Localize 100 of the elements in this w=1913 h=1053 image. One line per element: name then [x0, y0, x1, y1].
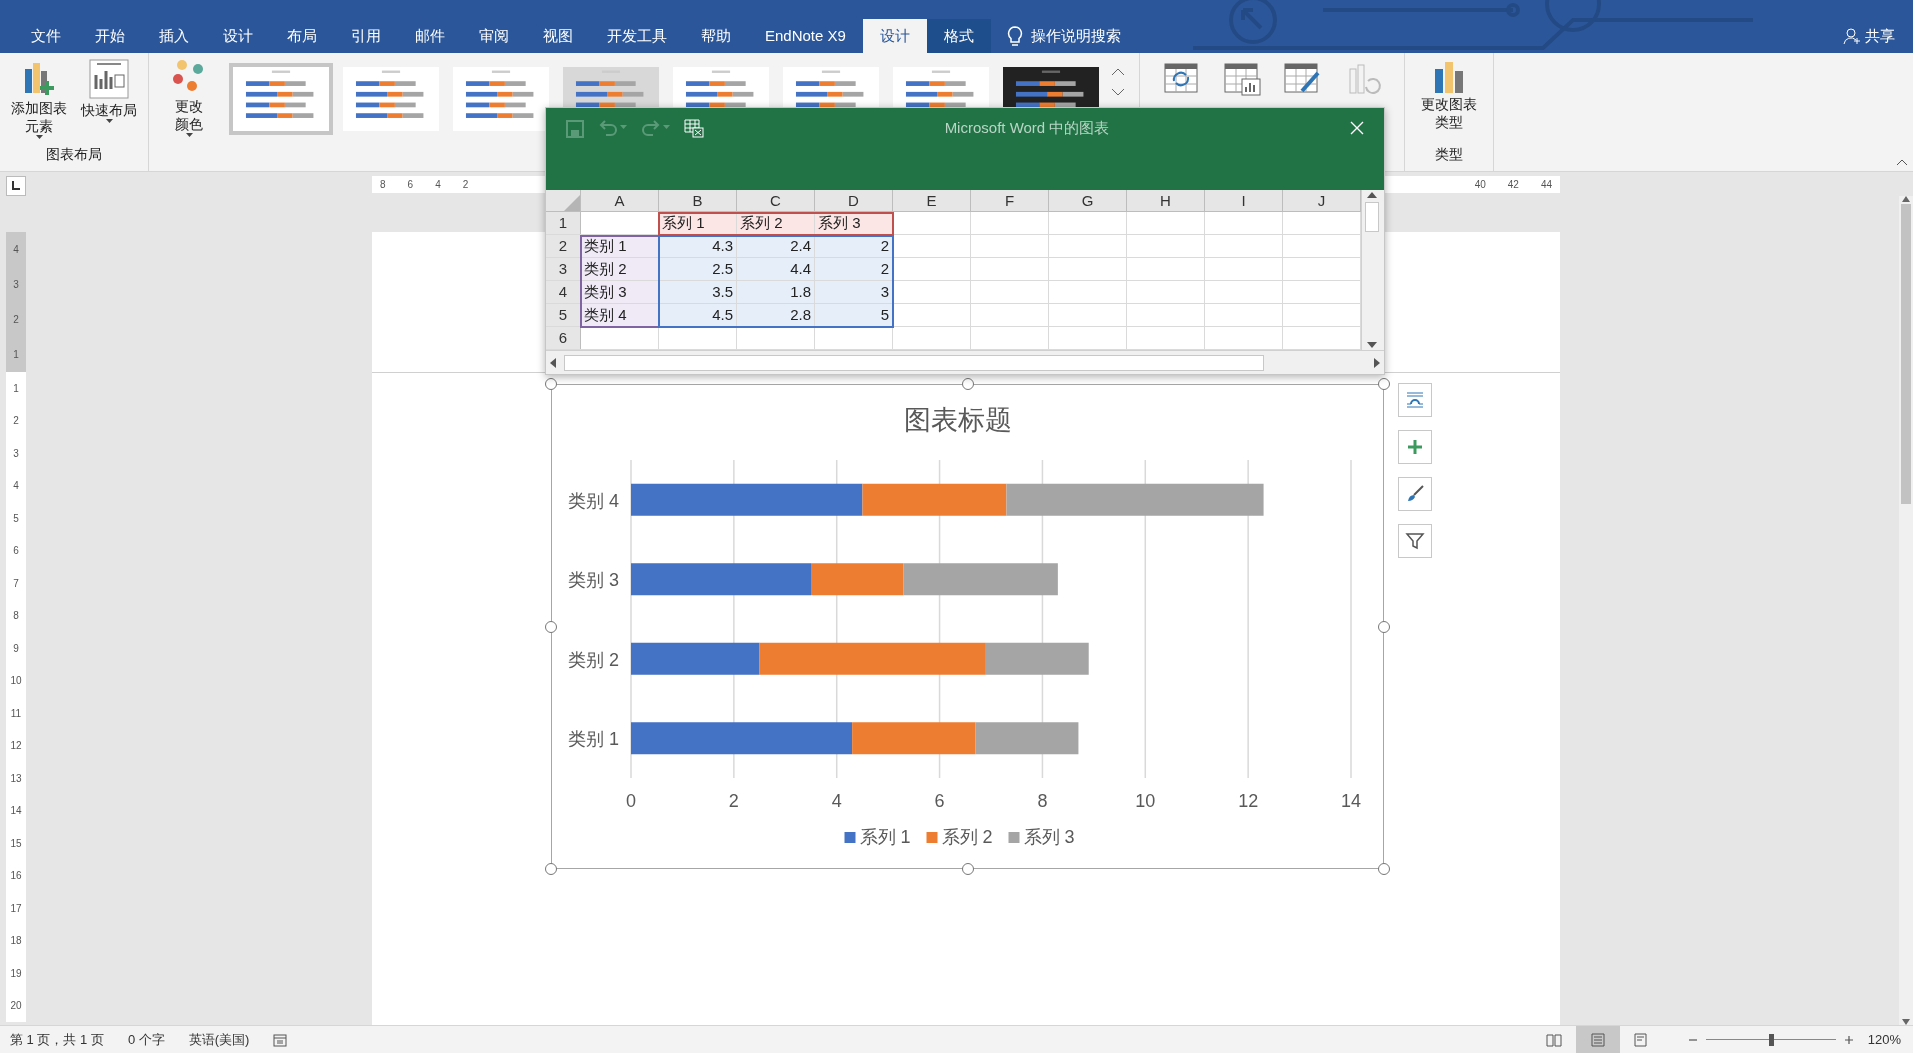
status-text[interactable]: 0 个字 — [127, 1029, 165, 1050]
scrollbar-thumb[interactable] — [564, 354, 1264, 371]
collapse-ribbon-icon[interactable] — [1895, 157, 1909, 167]
quick-layout-button[interactable]: 快速布局 — [76, 59, 142, 139]
ruler-number: 1 — [13, 348, 19, 362]
ruler-number: 2 — [462, 178, 469, 192]
ribbon-tab[interactable]: 邮件 — [398, 19, 462, 53]
ribbon-tab[interactable]: 布局 — [270, 19, 334, 53]
column-header[interactable]: B — [659, 190, 737, 211]
column-header[interactable]: E — [893, 190, 971, 211]
ribbon-tab[interactable]: 引用 — [334, 19, 398, 53]
resize-handle[interactable] — [545, 378, 557, 390]
chart-frame[interactable]: 图表标题 类别 4 类别 3 类别 2 类别 1 0 2 4 6 8 10 12 14 系列 1 系列 2 系列 3 — [551, 384, 1384, 869]
zoom-thumb[interactable] — [1768, 1033, 1774, 1046]
ruler-number: 7 — [13, 576, 19, 591]
column-header[interactable]: D — [815, 190, 893, 211]
ruler-number: 17 — [10, 901, 22, 916]
caret-icon — [105, 119, 113, 123]
chart-title: 图表标题 — [903, 405, 1012, 435]
resize-handle[interactable] — [1378, 378, 1390, 390]
vertical-scrollbar[interactable] — [1899, 196, 1913, 1025]
share-button[interactable]: 共享 — [1843, 19, 1913, 53]
ribbon-tab[interactable]: 审阅 — [462, 19, 526, 53]
down-arrow-icon[interactable] — [1366, 342, 1377, 348]
print-layout-button[interactable] — [1575, 1026, 1620, 1053]
brush-icon[interactable] — [1398, 477, 1432, 511]
category-label: 类别 4 — [568, 490, 619, 511]
legend-swatch — [926, 832, 938, 843]
ruler-number: 19 — [10, 966, 22, 981]
ribbon-tab[interactable]: 设计 — [862, 19, 927, 53]
axis-tick-label: 4 — [831, 791, 842, 811]
sheet-cell: 2 — [815, 235, 893, 257]
change-colors-button[interactable]: 更改颜色 — [159, 53, 219, 137]
ribbon-tab[interactable]: 设计 — [206, 19, 270, 53]
category-label: 类别 2 — [568, 649, 619, 670]
ruler-number: 44 — [1540, 178, 1552, 192]
ribbon-tab[interactable]: 帮助 — [684, 19, 748, 53]
macro-icon[interactable] — [273, 1032, 288, 1047]
chart-style-thumbnail[interactable] — [229, 63, 333, 135]
zoom-slider[interactable] — [1705, 1032, 1836, 1047]
ribbon-tab[interactable]: 格式 — [926, 19, 991, 53]
caret-icon — [185, 133, 193, 137]
down-arrow-icon[interactable] — [1902, 1019, 1910, 1025]
caret-icon — [663, 125, 670, 129]
ribbon-tab[interactable]: 插入 — [142, 19, 206, 53]
ribbon-tab[interactable]: 文件 — [14, 19, 78, 53]
row-header[interactable]: 3 — [546, 258, 581, 280]
table-chart-icon[interactable] — [1222, 61, 1262, 97]
scrollbar-thumb[interactable] — [1364, 202, 1379, 232]
up-arrow-icon[interactable] — [1366, 192, 1377, 198]
column-header[interactable]: H — [1127, 190, 1205, 211]
right-arrow-icon[interactable] — [1374, 357, 1380, 368]
ruler-number: 5 — [13, 511, 19, 526]
ribbon-tab[interactable]: EndNote X9 — [748, 19, 863, 53]
category-label: 类别 3 — [568, 570, 619, 591]
change-chart-type-button[interactable]: 更改图表类型 — [1417, 53, 1481, 131]
resize-handle[interactable] — [1378, 863, 1390, 875]
search-field[interactable]: 操作说明搜索 — [1030, 24, 1121, 48]
horizontal-scrollbar[interactable] — [546, 350, 1384, 374]
row-header[interactable]: 6 — [546, 327, 581, 349]
sheet-cell: 类别 2 — [581, 258, 659, 280]
column-header[interactable]: G — [1049, 190, 1127, 211]
up-arrow-icon[interactable] — [1902, 196, 1910, 202]
scrollbar-thumb[interactable] — [1901, 204, 1911, 504]
ruler-number: 3 — [13, 446, 19, 461]
group-label: 类型 — [1435, 145, 1463, 164]
sheet-cell: 类别 4 — [581, 304, 659, 326]
ribbon-tab[interactable]: 开始 — [78, 19, 142, 53]
column-header[interactable]: C — [737, 190, 815, 211]
status-text[interactable]: 第 1 页，共 1 页 — [10, 1029, 104, 1050]
ruler-number: 14 — [10, 804, 22, 819]
ribbon-tab[interactable]: 开发工具 — [590, 19, 684, 53]
vertical-scrollbar[interactable] — [1361, 190, 1381, 350]
status-text[interactable]: 英语(美国) — [188, 1029, 250, 1050]
column-header[interactable]: I — [1205, 190, 1283, 211]
row-header[interactable]: 4 — [546, 281, 581, 303]
filter-icon[interactable] — [1398, 524, 1432, 558]
spreadsheet-icon[interactable] — [684, 118, 704, 138]
tab-stop-icon[interactable] — [6, 176, 26, 196]
ruler-number: 8 — [380, 178, 386, 192]
resize-handle[interactable] — [545, 863, 557, 875]
plus-icon[interactable] — [1398, 430, 1432, 464]
row-header[interactable]: 2 — [546, 235, 581, 257]
axis-tick-label: 2 — [728, 791, 739, 811]
column-header[interactable]: F — [971, 190, 1049, 211]
ruler-number: 11 — [10, 706, 22, 721]
caret-icon — [35, 135, 43, 139]
axis-tick-label: 6 — [934, 791, 945, 811]
row-header[interactable]: 1 — [546, 212, 581, 234]
ruler-number: 8 — [13, 609, 19, 624]
column-header[interactable]: A — [581, 190, 659, 211]
close-icon[interactable] — [1350, 121, 1364, 135]
person-icon — [1843, 27, 1861, 45]
zoom-in-icon[interactable] — [1843, 1034, 1854, 1045]
ribbon-tab[interactable]: 视图 — [526, 19, 590, 53]
zoom-level[interactable]: 120% — [1867, 1029, 1901, 1050]
ruler-number: 10 — [10, 674, 22, 689]
add-chart-element-button[interactable]: 添加图表元素 — [6, 59, 72, 139]
row-header[interactable]: 5 — [546, 304, 581, 326]
left-arrow-icon[interactable] — [550, 357, 556, 368]
